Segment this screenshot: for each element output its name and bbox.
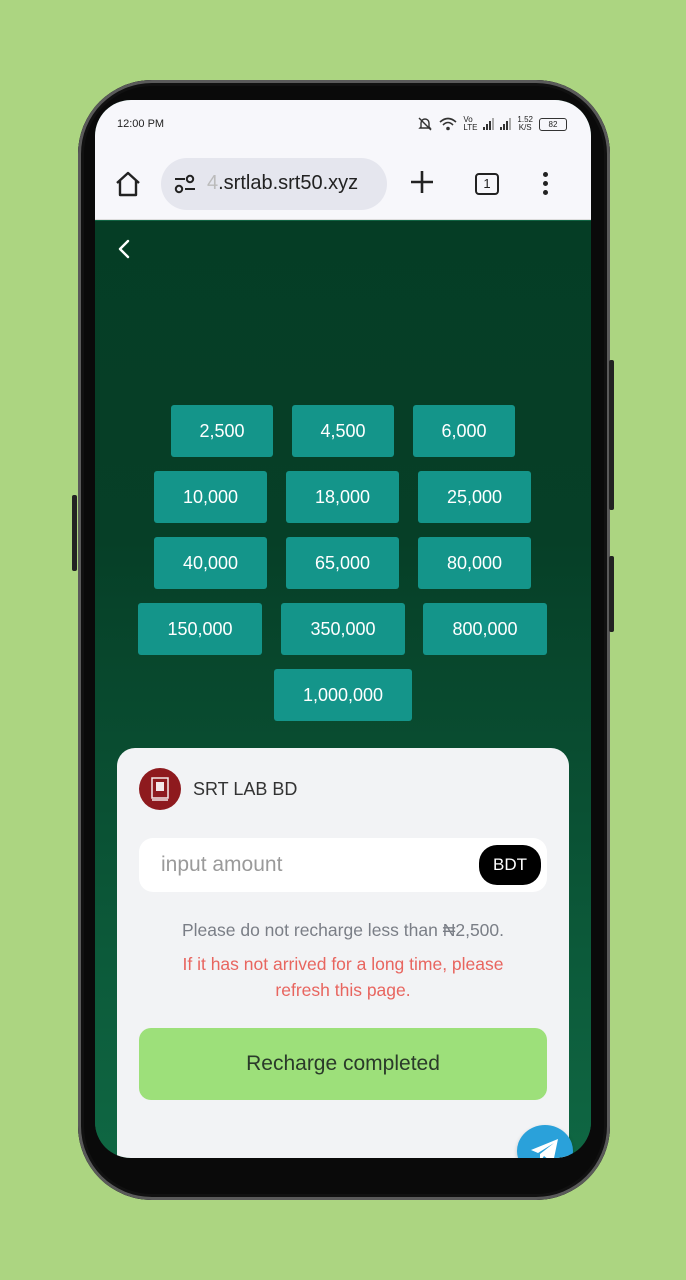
phone-screen: 12:00 PM Vo LTE 1.52 K/S 82 4.srtlab.srt… [95, 100, 591, 1158]
net-speed: 1.52 K/S [517, 116, 533, 132]
address-bar[interactable]: 4.srtlab.srt50.xyz [161, 157, 387, 210]
tab-switcher-button[interactable]: 1 [475, 172, 499, 195]
minimum-amount-hint: Please do not recharge less than ₦2,500. [181, 920, 504, 940]
merchant-name: SRT LAB BD [193, 778, 298, 799]
phone-side-button [72, 495, 77, 571]
amount-option-button[interactable]: 1,000,000 [274, 669, 412, 721]
menu-dot [543, 181, 548, 186]
amount-option-button[interactable]: 40,000 [154, 537, 267, 589]
battery-icon: 82 [539, 117, 567, 131]
volte-label-bottom: LTE [463, 123, 478, 132]
home-icon [116, 171, 140, 196]
amount-option-button[interactable]: 350,000 [281, 603, 405, 655]
new-tab-button[interactable] [409, 167, 435, 201]
chevron-left-icon [118, 239, 130, 259]
lab-logo-icon [151, 777, 169, 801]
url-text-domain: .srtlab.srt50.xyz [218, 172, 359, 194]
currency-badge: BDT [479, 845, 541, 885]
browser-menu-button[interactable] [543, 172, 548, 195]
amount-option-button[interactable]: 800,000 [423, 603, 547, 655]
plus-icon [411, 170, 433, 193]
wifi-icon [439, 117, 457, 131]
amount-option-button[interactable]: 80,000 [418, 537, 531, 589]
site-settings-icon[interactable] [173, 174, 197, 194]
amount-option-button[interactable]: 25,000 [418, 471, 531, 523]
volte-label: Vo LTE [463, 116, 477, 132]
amount-option-button[interactable]: 150,000 [138, 603, 262, 655]
amount-option-button[interactable]: 6,000 [413, 405, 515, 457]
merchant-header: SRT LAB BD [139, 768, 297, 810]
refresh-warning: If it has not arrived for a long time, p… [182, 954, 504, 1000]
url-text[interactable]: 4.srtlab.srt50.xyz [207, 172, 358, 195]
mute-notification-icon [418, 117, 433, 131]
amount-option-button[interactable]: 4,500 [292, 405, 394, 457]
telegram-button[interactable] [517, 1125, 573, 1158]
back-button[interactable] [117, 235, 139, 263]
browser-toolbar: 4.srtlab.srt50.xyz 1 [95, 148, 591, 220]
menu-dot [543, 190, 548, 195]
phone-volume-button [609, 360, 614, 510]
signal-2-icon [500, 118, 512, 130]
amount-input[interactable] [161, 853, 461, 877]
recharge-completed-button[interactable]: Recharge completed [139, 1028, 547, 1100]
payment-card: SRT LAB BD BDT Please do not recharge le… [117, 748, 573, 1158]
amount-option-button[interactable]: 10,000 [154, 471, 267, 523]
amount-option-button[interactable]: 65,000 [286, 537, 399, 589]
battery-level: 82 [548, 119, 558, 129]
status-time: 12:00 PM [117, 118, 165, 130]
status-icons: Vo LTE 1.52 K/S 82 [417, 116, 567, 132]
amount-option-button[interactable]: 18,000 [286, 471, 399, 523]
status-bar: 12:00 PM Vo LTE 1.52 K/S 82 [95, 100, 591, 148]
net-speed-unit: K/S [518, 123, 532, 132]
url-text-faded: 4 [207, 172, 219, 194]
amount-option-button[interactable]: 2,500 [171, 405, 273, 457]
tab-count: 1 [483, 176, 491, 191]
signal-1-icon [483, 118, 495, 130]
amount-field: BDT [139, 838, 547, 892]
menu-dot [543, 172, 548, 177]
recharge-page: 2,500 4,500 6,000 10,000 18,000 25,000 4… [95, 221, 591, 1158]
merchant-logo [139, 768, 181, 810]
telegram-icon [531, 1139, 558, 1158]
phone-power-button [609, 556, 614, 632]
home-button[interactable] [113, 169, 143, 199]
